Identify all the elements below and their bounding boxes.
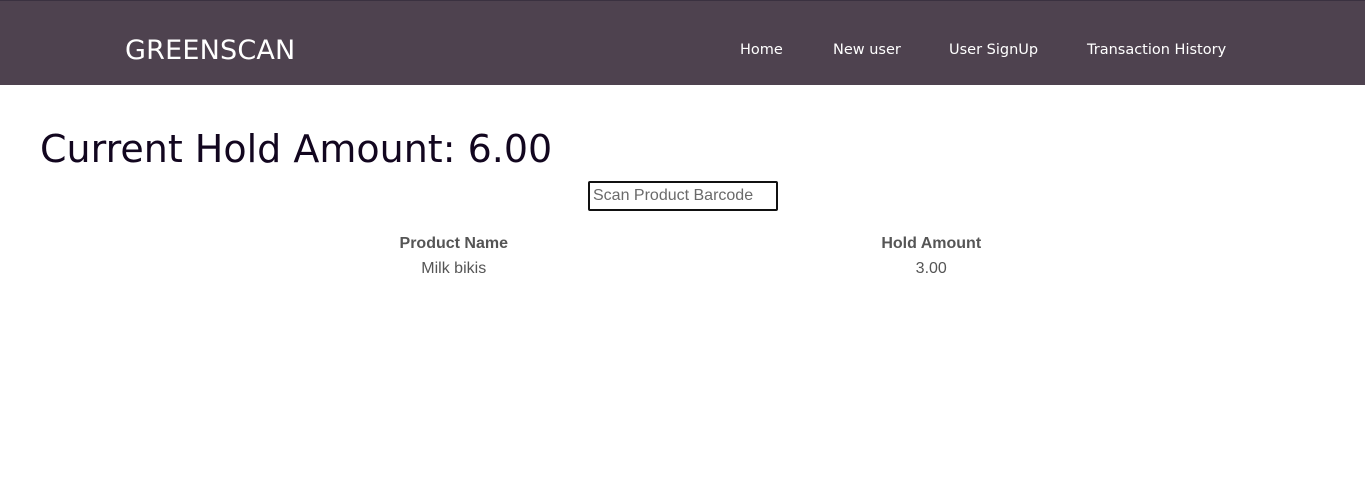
column-header-hold-amount: Hold Amount [881,235,982,252]
nav-link-new-user[interactable]: New user [833,42,901,58]
table-row: Milk bikis 3.00 [215,256,1170,282]
top-navbar: GREENSCAN Home New user User SignUp Tran… [0,0,1365,85]
hold-amount-cell: 3.00 [915,260,947,277]
column-header-product-name: Product Name [399,235,508,252]
current-hold-amount-heading: Current Hold Amount: 6.00 [40,127,553,171]
barcode-scan-input[interactable] [588,181,778,211]
hold-items-table: Product Name Hold Amount Milk bikis 3.00 [215,232,1170,282]
table-header-row: Product Name Hold Amount [215,232,1170,256]
product-name-cell: Milk bikis [421,260,487,277]
brand-logo-link[interactable]: GREENSCAN [125,35,295,66]
nav-link-user-signup[interactable]: User SignUp [949,42,1038,58]
nav-link-home[interactable]: Home [740,42,783,58]
nav-link-transaction-history[interactable]: Transaction History [1087,42,1226,58]
